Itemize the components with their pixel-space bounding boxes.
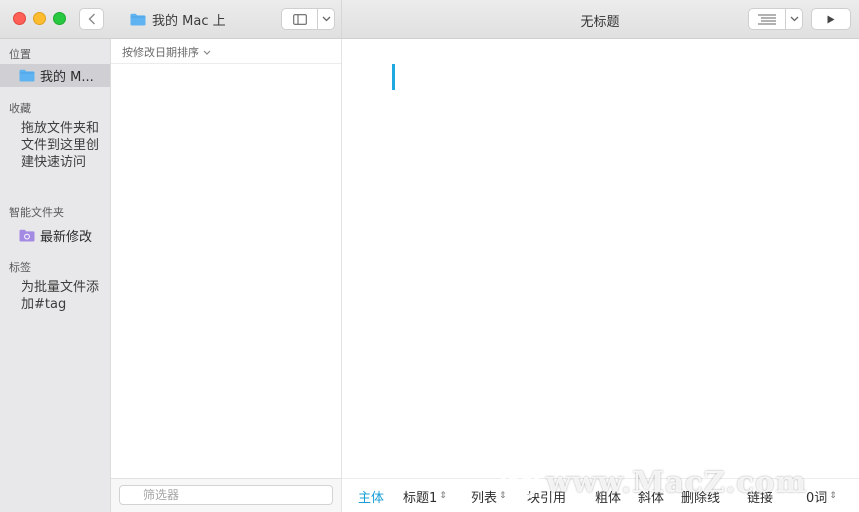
outline-toggle[interactable]	[749, 9, 785, 29]
sort-label: 按修改日期排序	[122, 46, 199, 59]
back-button[interactable]	[79, 8, 104, 30]
format-italic-label: 斜体	[638, 491, 665, 506]
format-bold-label: 粗体	[595, 491, 622, 506]
format-bold-button[interactable]: 粗体	[595, 487, 621, 506]
format-strikethrough-label: 删除线	[681, 491, 721, 506]
smart-folder-icon	[19, 229, 35, 241]
format-quote-button[interactable]: 块引用	[527, 487, 566, 506]
sidebar-item-recently-modified[interactable]: 最新修改	[0, 225, 110, 245]
close-window-button[interactable]	[13, 12, 26, 25]
filter-bar	[111, 478, 341, 512]
format-heading-button[interactable]: 标题1 ⇕	[403, 487, 447, 506]
folder-icon	[130, 13, 146, 26]
format-list-button[interactable]: 列表 ⇕	[471, 487, 507, 506]
format-italic-button[interactable]: 斜体	[638, 487, 664, 506]
sidebar-item-label: 我的 M...	[40, 70, 94, 85]
zoom-window-button[interactable]	[53, 12, 66, 25]
format-heading-label: 标题1	[403, 491, 438, 506]
chevron-down-icon	[790, 16, 798, 22]
sidebar: 位置 我的 M... 收藏 拖放文件夹和文件到这里创建快速访问 智能文件夹 最新…	[0, 39, 111, 512]
section-header-smart-folders: 智能文件夹	[9, 206, 64, 219]
chevron-down-icon	[322, 16, 330, 22]
tags-hint: 为批量文件添加#tag	[21, 280, 100, 312]
up-down-arrows-icon: ⇕	[439, 491, 447, 501]
preview-button[interactable]	[811, 8, 851, 30]
section-header-tags: 标签	[9, 261, 31, 274]
up-down-arrows-icon: ⇕	[499, 491, 507, 501]
format-strikethrough-button[interactable]: 删除线	[681, 487, 720, 506]
word-count-button[interactable]: 0词 ⇕	[806, 487, 837, 506]
outline-button[interactable]	[748, 8, 803, 30]
back-icon	[88, 13, 95, 25]
window-title: 无标题	[580, 15, 620, 30]
layout-toggle-button[interactable]	[281, 8, 335, 30]
sort-menu[interactable]: 按修改日期排序	[122, 44, 211, 60]
folder-title-label: 我的 Mac 上	[152, 14, 226, 29]
section-header-favorites: 收藏	[9, 102, 31, 115]
sidebar-item-my-mac[interactable]: 我的 M...	[0, 64, 110, 87]
chevron-down-icon	[203, 50, 211, 55]
sidebar-layout-icon	[292, 13, 307, 25]
minimize-window-button[interactable]	[33, 12, 46, 25]
section-header-location: 位置	[9, 48, 31, 61]
format-list-label: 列表	[471, 491, 498, 506]
title-bar: 我的 Mac 上 无标题	[0, 0, 859, 39]
note-list: 按修改日期排序	[111, 39, 341, 512]
filter-input[interactable]	[119, 485, 333, 505]
word-count-label: 0词	[806, 491, 828, 506]
layout-menu-dropdown[interactable]	[317, 9, 334, 29]
titlebar-divider	[341, 0, 342, 38]
folder-icon	[19, 69, 35, 82]
editor-area[interactable]: 主体 标题1 ⇕ 列表 ⇕ 块引用 粗体 斜体 删除线 链接 0词 ⇕	[342, 39, 859, 512]
play-icon	[827, 15, 835, 23]
format-link-label: 链接	[747, 491, 774, 506]
app-window: 我的 Mac 上 无标题 位置 我的 M... 收藏 拖放文件夹和文件到这里创建…	[0, 0, 859, 512]
text-cursor	[392, 64, 395, 90]
folder-title: 我的 Mac 上	[130, 10, 226, 29]
format-body-label: 主体	[358, 491, 385, 506]
up-down-arrows-icon: ⇕	[829, 491, 837, 501]
outline-menu-dropdown[interactable]	[785, 9, 802, 29]
favorites-hint: 拖放文件夹和文件到这里创建快速访问	[21, 121, 100, 170]
sort-header: 按修改日期排序	[111, 39, 341, 64]
outline-icon	[758, 14, 776, 24]
sidebar-item-label: 最新修改	[40, 229, 93, 245]
format-link-button[interactable]: 链接	[747, 487, 773, 506]
format-body-button[interactable]: 主体	[358, 487, 384, 506]
sidebar-layout-toggle[interactable]	[282, 9, 317, 29]
format-bar: 主体 标题1 ⇕ 列表 ⇕ 块引用 粗体 斜体 删除线 链接 0词 ⇕	[342, 478, 859, 512]
format-quote-label: 块引用	[527, 491, 567, 506]
